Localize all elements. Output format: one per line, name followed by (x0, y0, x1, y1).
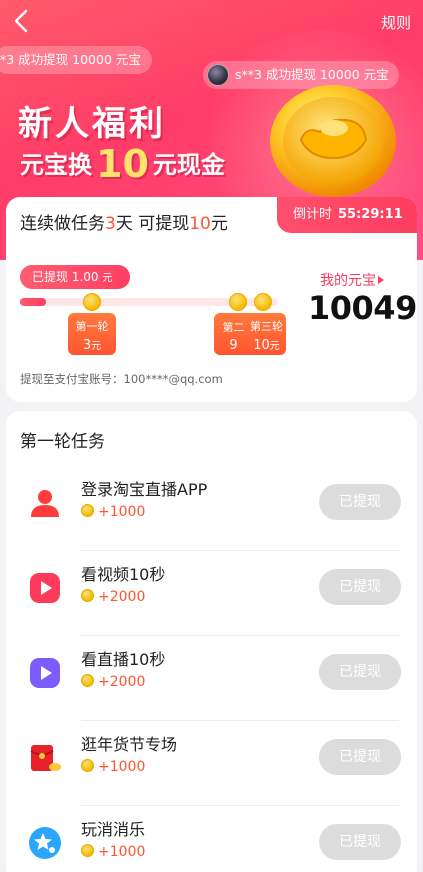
task-name: 看直播10秒 (81, 650, 166, 669)
avatar (207, 64, 229, 86)
streak-label-2: 天 可提现 (115, 214, 190, 234)
task-reward-value: +1000 (98, 759, 146, 775)
list-item: 看视频10秒 +2000 已提现 (6, 551, 417, 636)
withdrawn-button[interactable]: 已提现 (319, 824, 401, 860)
withdrawn-amount: 1.00 (71, 270, 99, 284)
task-reward: +2000 (81, 674, 145, 690)
task-reward-value: +1000 (98, 504, 146, 520)
stage-1-coin-icon (83, 293, 101, 311)
task-reward-value: +1000 (98, 844, 146, 860)
stage-amount: 10元 (250, 337, 283, 353)
streak-text: 连续做任务3天 可提现10元 (20, 209, 228, 234)
stage-1-box: 第一轮 3元 (68, 313, 116, 355)
withdrawn-button[interactable]: 已提现 (319, 739, 401, 775)
progress-fill (20, 298, 46, 306)
stage-amount-value: 3 (82, 338, 92, 353)
task-reward: +2000 (81, 589, 145, 605)
red-envelope-icon (30, 745, 61, 771)
task-name: 登录淘宝直播APP (81, 480, 208, 499)
coin-icon (81, 674, 94, 687)
withdrawn-unit: 元 (102, 273, 113, 284)
task-name: 看视频10秒 (81, 565, 166, 584)
task-reward-value: +2000 (98, 674, 146, 690)
toast-text: s**3 成功提现 10000 元宝 (235, 67, 389, 82)
alipay-account-text: 提现至支付宝账号：100****@qq.com (20, 372, 223, 386)
stage-label: 第二 (222, 321, 245, 334)
live-play-icon (30, 658, 60, 688)
stage-amount-value: 9 (229, 338, 238, 353)
stage-2-coin-icon (229, 293, 247, 311)
task-name: 玩消消乐 (81, 820, 146, 839)
withdrawn-label: 已提现 (32, 270, 69, 284)
task-reward-value: +2000 (98, 589, 146, 605)
stage-label: 第一轮 (75, 320, 109, 333)
stage-2: 第二 9 (217, 319, 250, 353)
withdrawn-button[interactable]: 已提现 (319, 569, 401, 605)
streak-label: 连续做任务 (20, 214, 105, 234)
coin-icon (81, 504, 94, 517)
coin-icon (81, 589, 94, 602)
stage-3: 第三轮 10元 (250, 318, 283, 353)
toast-text: *3 成功提现 10000 元宝 (0, 52, 141, 67)
withdraw-toast: *3 成功提现 10000 元宝 (0, 46, 152, 74)
stage-amount: 3元 (68, 337, 116, 353)
stage-amount-unit: 元 (269, 341, 280, 352)
streak-unit: 元 (210, 214, 228, 234)
hero-title: 新人福利 (18, 104, 166, 144)
hero-subtitle: 元宝换 10 元现金 (20, 142, 225, 186)
countdown-badge: 倒计时 55:29:11 (277, 197, 417, 233)
stage-label: 第三轮 (250, 320, 283, 333)
task-reward: +1000 (81, 504, 145, 520)
video-play-icon (30, 573, 60, 603)
hero-subtitle-suffix: 元现金 (152, 151, 225, 179)
stage-2-3-box: 第二 9 第三轮 10元 (214, 313, 286, 355)
list-item: 登录淘宝直播APP +1000 已提现 (6, 466, 417, 551)
hero-subtitle-amount: 10 (96, 142, 149, 186)
task-name: 逛年货节专场 (81, 735, 178, 754)
my-ingots-label: 我的元宝 (320, 273, 376, 289)
tasks-title: 第一轮任务 (20, 432, 105, 452)
task-reward: +1000 (81, 844, 145, 860)
back-arrow-icon[interactable] (10, 8, 34, 34)
coin-icon (81, 759, 94, 772)
list-item: 看直播10秒 +2000 已提现 (6, 636, 417, 721)
list-item: 逛年货节专场 +1000 已提现 (6, 721, 417, 806)
user-icon (31, 490, 59, 517)
game-star-icon (29, 827, 61, 859)
countdown-label: 倒计时 (293, 207, 333, 222)
withdrawn-badge: 已提现 1.00 元 (20, 265, 130, 289)
triangle-right-icon (378, 276, 384, 284)
my-ingots-value: 10049 (308, 289, 417, 327)
hero-subtitle-prefix: 元宝换 (20, 151, 92, 179)
my-ingots-link[interactable]: 我的元宝 (320, 270, 384, 290)
coin-icon (81, 844, 94, 857)
gold-ingot-coin-icon (270, 85, 396, 197)
countdown-time: 55:29:11 (338, 207, 403, 222)
streak-amount: 10 (189, 214, 211, 234)
stage-3-coin-icon (254, 293, 272, 311)
stage-amount: 9 (217, 338, 250, 353)
progress-card: 连续做任务3天 可提现10元 倒计时 55:29:11 已提现 1.00 元 第一… (6, 197, 417, 402)
streak-days: 3 (105, 214, 116, 234)
rules-link[interactable]: 规则 (381, 12, 411, 33)
stage-amount-value: 10 (253, 338, 270, 353)
withdrawn-button[interactable]: 已提现 (319, 654, 401, 690)
list-item: 玩消消乐 +1000 已提现 (6, 806, 417, 872)
task-list-card: 第一轮任务 登录淘宝直播APP +1000 已提现 看视频10秒 +2000 已… (6, 411, 417, 872)
stage-amount-unit: 元 (91, 341, 102, 352)
withdrawn-button[interactable]: 已提现 (319, 484, 401, 520)
task-reward: +1000 (81, 759, 145, 775)
